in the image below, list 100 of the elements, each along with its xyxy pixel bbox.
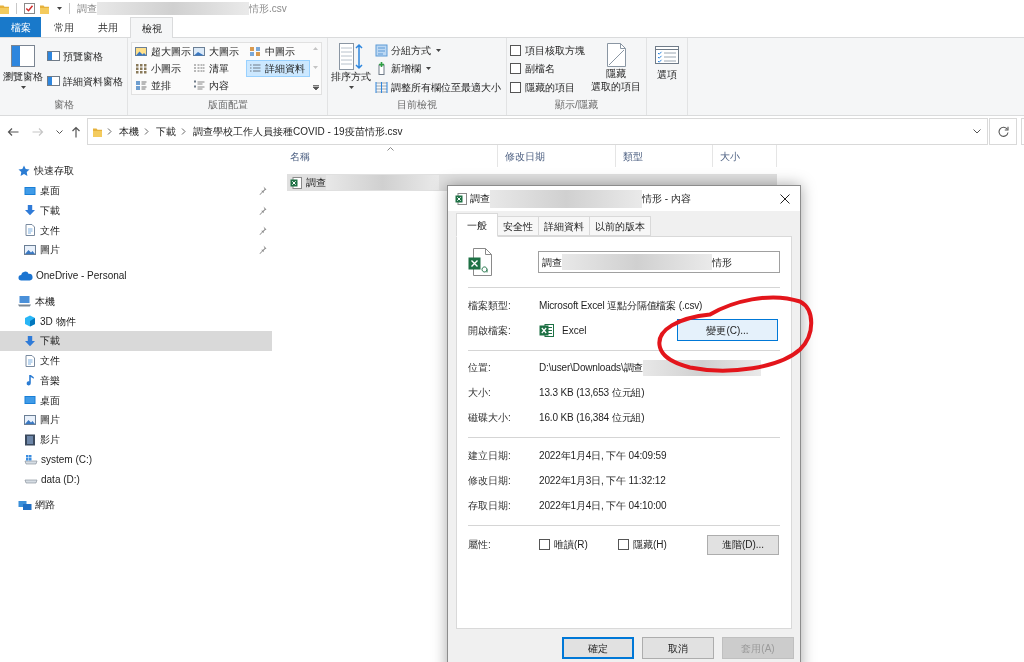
download-arrow-icon [24,204,36,217]
change-button[interactable]: 變更(C)... [677,319,778,341]
checkbox[interactable] [510,44,521,56]
nav-item[interactable]: 本機 [0,291,272,312]
chevron-right-icon [144,128,149,135]
view-option-button[interactable]: 分組方式 [375,42,501,58]
nav-item[interactable]: system (C:) [0,449,272,470]
ribbon-tab[interactable]: 常用 [42,17,85,37]
nav-item[interactable]: 桌面 [0,390,272,410]
ribbon-tab[interactable]: 檔案 [0,17,41,37]
fit-columns-icon [375,80,388,94]
column-header[interactable]: 類型 [616,145,713,167]
content-list-icon [193,80,205,91]
sort-button[interactable]: 排序方式 [330,41,372,95]
chevron-down-icon[interactable] [56,129,63,134]
dialog-tab[interactable]: 以前的版本 [589,216,651,236]
spreadsheet-file-icon [290,176,302,189]
pane-toggle-button[interactable]: 詳細資料窗格 [47,74,123,88]
property-label: 磁碟大小: [468,411,512,425]
window-title: 調查 [77,2,97,16]
dialog-tab[interactable]: 一般 [456,213,498,237]
layout-option[interactable]: 清單 [190,60,246,77]
checkbox-label: 項目核取方塊 [525,43,585,58]
pane-toggle-button[interactable]: 預覽窗格 [47,49,123,63]
file-name-field[interactable]: 調查 情形 [538,251,780,273]
nav-item[interactable]: 圖片 [0,240,272,260]
address-field[interactable]: 本機 下載 調查學校工作人員接種COVID - 19疫苗情形.csv [87,118,989,145]
property-label: 開啟檔案: [468,323,512,338]
dialog-tab[interactable]: 安全性 [497,216,539,236]
cube-icon [24,315,36,328]
nav-item[interactable]: 音樂 [0,370,272,391]
dialog-button[interactable]: 取消 [642,637,714,659]
options-button[interactable]: 選項 [647,41,687,95]
nav-item[interactable]: 圖片 [0,410,272,430]
chevron-down-icon[interactable] [973,129,982,134]
layout-option[interactable]: 詳細資料 [246,60,310,77]
breadcrumb[interactable]: 調查學校工作人員接種COVID - 19疫苗情形.csv [193,124,403,139]
layout-option[interactable]: 並排 [132,77,190,94]
dialog-tab[interactable]: 詳細資料 [538,216,590,236]
pane-layout-icon [47,51,60,61]
ribbon-tab[interactable]: 檢視 [130,17,173,38]
dialog-button[interactable]: 確定 [562,637,634,659]
refresh-button[interactable] [989,118,1017,145]
breadcrumb[interactable]: 下載 [156,124,176,139]
layout-option[interactable]: 小圖示 [132,60,190,77]
property-label: 大小: [468,386,492,400]
nav-item[interactable]: 文件 [0,350,272,371]
view-option-button[interactable]: 新增欄 [375,60,501,77]
column-header[interactable]: 名稱 [283,145,498,167]
view-option-button[interactable]: 調整所有欄位至最適大小 [375,79,501,95]
dialog-title: 情形 - 內容 [642,192,691,206]
navigation-pane-button[interactable]: 瀏覽窗格 [2,41,44,95]
caret-icon[interactable] [57,7,62,10]
layout-option[interactable]: 內容 [190,77,246,94]
nav-item[interactable]: 下載 [0,200,272,221]
close-icon[interactable] [780,193,790,204]
column-header[interactable]: 修改日期 [498,145,616,167]
layout-option[interactable]: 大圖示 [190,43,246,60]
sort-icon [339,43,363,70]
nav-item[interactable]: 桌面 [0,180,272,201]
checkbox[interactable] [510,81,521,93]
nav-item[interactable]: 快速存取 [0,161,272,181]
caret-icon [20,86,26,89]
nav-item[interactable]: 下載 [0,331,272,351]
checkbox[interactable] [539,539,550,550]
search-field[interactable] [1021,118,1024,145]
image-thumbnail-icon [193,46,205,57]
expand-gallery-icon[interactable] [312,85,319,90]
breadcrumb[interactable]: 本機 [119,124,139,139]
group-label: 版面配置 [207,98,248,112]
nav-item[interactable]: 影片 [0,429,272,450]
ribbon-tab[interactable]: 共用 [86,17,129,37]
checkmark-icon[interactable] [24,3,35,14]
download-arrow-icon [24,334,36,347]
document-icon [24,354,36,367]
spreadsheet-file-icon [468,248,492,276]
hide-selected-button[interactable]: 隱藏 選取的項目 [590,41,642,95]
checkbox[interactable] [618,539,629,550]
nav-item[interactable]: 網路 [0,495,272,515]
property-value: Microsoft Excel 逗點分隔值檔案 (.csv) [539,298,703,313]
layout-option[interactable]: 中圖示 [246,43,310,60]
group-icon [375,43,388,57]
property-label: 位置: [468,361,492,375]
property-label: 建立日期: [468,448,512,463]
property-label: 檔案類型: [468,298,512,313]
back-arrow-icon[interactable] [7,126,19,137]
advanced-button[interactable]: 進階(D)... [707,534,779,555]
nav-item[interactable]: data (D:) [0,469,272,489]
nav-item[interactable]: 文件 [0,220,272,240]
grid-icon [135,63,147,74]
column-header[interactable]: 大小 [713,145,777,167]
list-icon [193,63,205,74]
layout-option[interactable]: 超大圖示 [132,43,190,60]
dialog-title: 調查 [470,192,490,206]
checkbox[interactable] [510,63,521,74]
up-arrow-icon[interactable] [71,125,81,138]
nav-item[interactable]: 3D 物件 [0,311,272,331]
hidden-file-icon [606,43,626,67]
computer-icon [18,295,32,308]
nav-item[interactable]: OneDrive - Personal [0,265,272,286]
